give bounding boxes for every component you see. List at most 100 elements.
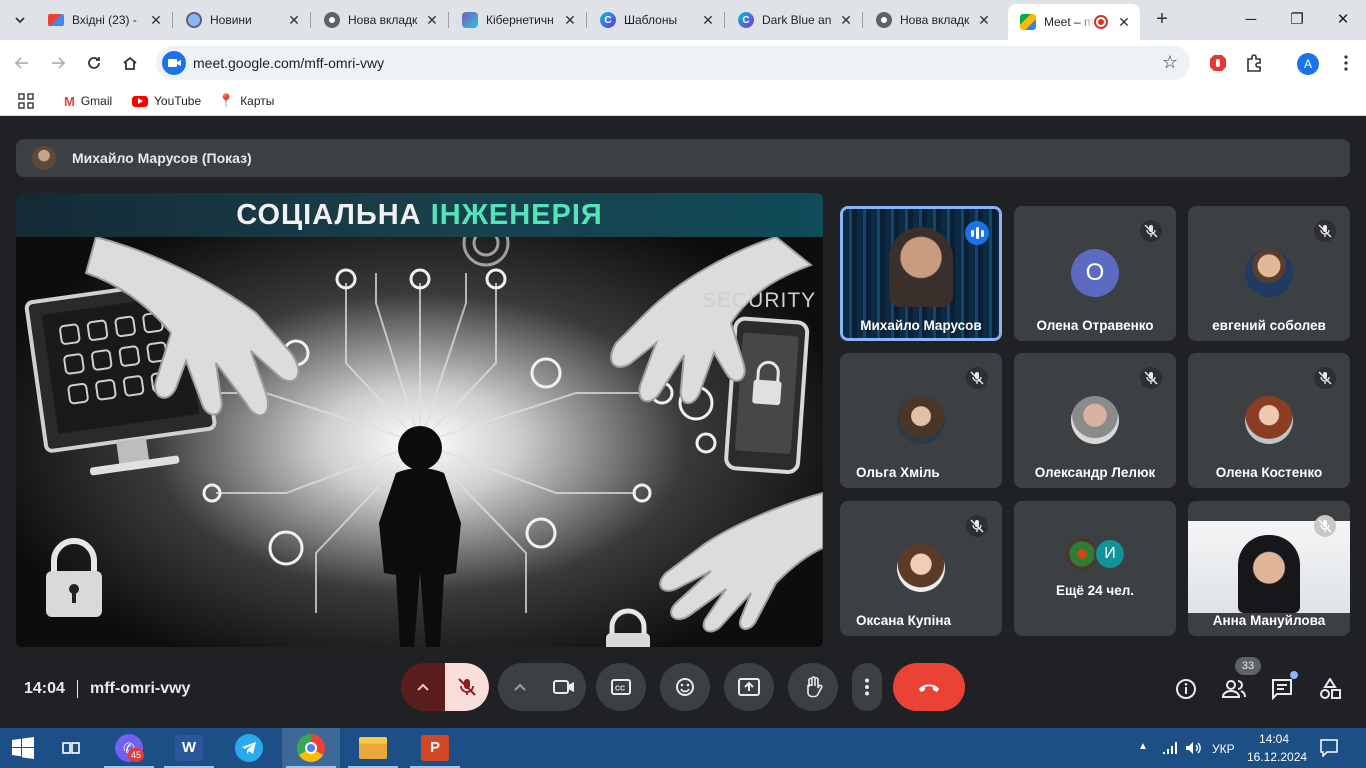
- forward-button[interactable]: [46, 51, 70, 75]
- taskbar-word[interactable]: W: [160, 728, 218, 768]
- participant-tile[interactable]: Михайло Марусов: [840, 206, 1002, 341]
- leave-call-button[interactable]: [893, 663, 965, 711]
- tray-time: 14:04: [1259, 732, 1290, 746]
- bookmark-youtube[interactable]: YouTube: [132, 92, 201, 110]
- folder-icon: [359, 737, 387, 759]
- site-info-icon[interactable]: [162, 51, 186, 75]
- participant-tile[interactable]: евгений соболев: [1188, 206, 1350, 341]
- meeting-clock: 14:04: [24, 680, 65, 697]
- telegram-icon: [235, 734, 263, 762]
- chevron-down-icon: [15, 17, 25, 24]
- tray-overflow-icon[interactable]: ▲: [1138, 741, 1148, 752]
- notification-center-icon[interactable]: [1320, 739, 1338, 762]
- participant-tile-overflow[interactable]: И Ещё 24 чел.: [1014, 501, 1176, 636]
- restore-button[interactable]: ❐: [1274, 6, 1320, 34]
- extension-adblock-button[interactable]: [1206, 51, 1230, 75]
- network-icon[interactable]: [1162, 740, 1178, 761]
- volume-icon[interactable]: [1184, 740, 1202, 761]
- activities-button[interactable]: [1318, 677, 1342, 701]
- participant-tile[interactable]: О Олена Отравенко: [1014, 206, 1176, 341]
- back-button[interactable]: [10, 51, 34, 75]
- tab-cyber[interactable]: Кібернетичн ✕: [450, 4, 587, 36]
- tab-new-2[interactable]: Нова вкладк ✕: [864, 4, 1000, 36]
- reload-button[interactable]: [82, 51, 106, 75]
- bookmark-star-icon[interactable]: ☆: [1162, 52, 1178, 73]
- participant-tile[interactable]: Олена Костенко: [1188, 353, 1350, 488]
- participant-tile[interactable]: Оксана Купіна: [840, 501, 1002, 636]
- gmail-icon: M: [64, 93, 75, 109]
- divider: [77, 680, 78, 698]
- tab-title: Нова вкладк: [900, 13, 970, 27]
- new-tab-button[interactable]: +: [1150, 8, 1174, 32]
- close-icon[interactable]: ✕: [424, 12, 440, 28]
- raise-hand-button[interactable]: [788, 663, 838, 711]
- apps-button[interactable]: [18, 92, 34, 110]
- extensions-button[interactable]: [1242, 51, 1266, 75]
- speaking-indicator: [965, 221, 989, 245]
- close-icon[interactable]: ✕: [838, 12, 854, 28]
- participant-name: евгений соболев: [1212, 318, 1326, 333]
- bookmark-gmail[interactable]: M Gmail: [64, 92, 112, 110]
- minimize-button[interactable]: ─: [1228, 6, 1274, 34]
- bookmark-maps[interactable]: 📍 Карты: [218, 92, 274, 110]
- home-button[interactable]: [118, 51, 142, 75]
- youtube-icon: [132, 95, 148, 107]
- tab-search-button[interactable]: [8, 8, 32, 32]
- close-window-button[interactable]: ✕: [1320, 6, 1366, 34]
- close-icon[interactable]: ✕: [700, 12, 716, 28]
- camera-toggle-button[interactable]: [542, 663, 586, 711]
- close-icon[interactable]: ✕: [1116, 14, 1132, 30]
- tray-date: 16.12.2024: [1247, 750, 1308, 764]
- taskbar-telegram[interactable]: [220, 728, 278, 768]
- gmail-icon: [48, 14, 64, 26]
- mic-off-icon: [966, 515, 988, 537]
- input-language[interactable]: УКР: [1212, 742, 1235, 756]
- mic-off-icon: [1314, 515, 1336, 537]
- audio-options-button[interactable]: [401, 663, 445, 711]
- start-button[interactable]: [0, 728, 46, 768]
- profile-avatar[interactable]: A: [1297, 53, 1319, 75]
- shared-screen[interactable]: СОЦІАЛЬНА ІНЖЕНЕРІЯ SECURITY: [16, 193, 823, 647]
- close-icon[interactable]: ✕: [976, 12, 992, 28]
- tab-meet[interactable]: Meet – m ✕: [1008, 4, 1140, 40]
- participant-name: Ольга Хміль: [856, 465, 940, 480]
- tab-templates[interactable]: C Шаблоны ✕: [588, 4, 725, 36]
- close-icon[interactable]: ✕: [562, 12, 578, 28]
- close-icon[interactable]: ✕: [286, 12, 302, 28]
- meeting-details-button[interactable]: [1174, 677, 1198, 701]
- present-screen-button[interactable]: [724, 663, 774, 711]
- captions-button[interactable]: CC: [596, 663, 646, 711]
- taskbar-viber[interactable]: ✆ 45: [100, 728, 158, 768]
- taskbar-powerpoint[interactable]: P: [406, 728, 464, 768]
- close-icon[interactable]: ✕: [148, 12, 164, 28]
- chrome-icon: [324, 12, 340, 28]
- mic-toggle-button[interactable]: [445, 663, 489, 711]
- mic-off-icon: [1314, 220, 1336, 242]
- more-options-button[interactable]: [852, 663, 882, 711]
- tab-news[interactable]: Новини ✕: [174, 4, 311, 36]
- taskbar-chrome[interactable]: [282, 728, 340, 768]
- presenter-name: Михайло Марусов (Показ): [72, 150, 252, 166]
- info-icon: [1176, 679, 1196, 699]
- mic-off-icon: [1140, 367, 1162, 389]
- address-bar[interactable]: meet.google.com/mff-omri-vwy ☆: [156, 46, 1190, 80]
- people-button[interactable]: [1222, 677, 1246, 701]
- tab-new-1[interactable]: Нова вкладк ✕: [312, 4, 449, 36]
- participant-name: Оксана Купіна: [856, 613, 951, 628]
- participant-tile[interactable]: Анна Мануйлова: [1188, 501, 1350, 636]
- video-options-button[interactable]: [498, 663, 542, 711]
- participant-name: Олена Отравенко: [1036, 318, 1154, 333]
- participant-tile[interactable]: Олександр Лелюк: [1014, 353, 1176, 488]
- avatar: [32, 146, 56, 170]
- taskbar-file-explorer[interactable]: [344, 728, 402, 768]
- tab-gmail[interactable]: Вхідні (23) - ✕: [36, 4, 173, 36]
- tab-dark-blue[interactable]: C Dark Blue an ✕: [726, 4, 863, 36]
- tab-title: Вхідні (23) -: [72, 13, 137, 27]
- emoji-reaction-button[interactable]: [660, 663, 710, 711]
- browser-menu-button[interactable]: [1334, 51, 1358, 75]
- person-image: [889, 227, 953, 307]
- canva-icon: C: [600, 12, 616, 28]
- chat-button[interactable]: [1270, 671, 1298, 701]
- task-view-button[interactable]: [46, 728, 96, 768]
- participant-tile[interactable]: Ольга Хміль: [840, 353, 1002, 488]
